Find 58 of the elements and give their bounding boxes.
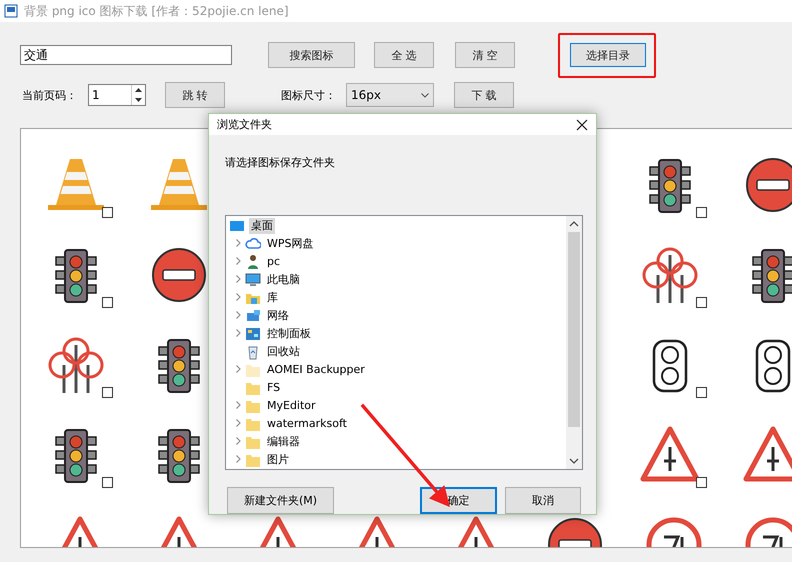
- tree-item[interactable]: WPS网盘: [265, 236, 316, 252]
- control-panel-icon: [245, 326, 261, 342]
- size-label: 图标尺寸：: [281, 88, 337, 102]
- search-field[interactable]: 交通: [20, 45, 232, 65]
- dialog-title: 浏览文件夹: [217, 117, 272, 132]
- folder-icon: [245, 416, 261, 432]
- checkbox[interactable]: [696, 207, 707, 218]
- chevron-down-icon: [421, 92, 429, 98]
- tree-item[interactable]: 控制面板: [265, 326, 313, 342]
- select-all-button[interactable]: 全 选: [374, 42, 434, 68]
- checkbox[interactable]: [102, 477, 113, 488]
- tree-item[interactable]: 库: [265, 290, 280, 306]
- no-turn-signs-icon: [640, 245, 700, 305]
- scrollbar-thumb[interactable]: [568, 232, 580, 427]
- cloud-icon: [245, 236, 261, 252]
- tree-item[interactable]: AOMEI Backupper: [265, 362, 367, 378]
- tree-item[interactable]: 此电脑: [265, 272, 302, 288]
- up-arrow-icon: [135, 88, 142, 92]
- search-button[interactable]: 搜索图标: [268, 42, 355, 68]
- download-button[interactable]: 下 载: [454, 82, 514, 108]
- jump-button[interactable]: 跳 转: [165, 82, 225, 108]
- folder-icon: [245, 452, 261, 468]
- page-spinner[interactable]: 1: [88, 84, 146, 106]
- tree-item[interactable]: 网络: [265, 308, 291, 324]
- tree-item[interactable]: MyEditor: [265, 398, 318, 414]
- app-icon: [4, 4, 18, 18]
- monitor-icon: [245, 272, 261, 288]
- folder-icon: [245, 380, 261, 396]
- desktop-icon: [229, 218, 245, 234]
- down-arrow-icon: [135, 98, 142, 102]
- checkbox[interactable]: [102, 207, 113, 218]
- no-turn-signs-icon: [46, 335, 106, 395]
- user-icon: [245, 254, 261, 270]
- tree-item[interactable]: pc: [265, 254, 282, 270]
- choose-directory-button[interactable]: 选择目录: [570, 43, 646, 67]
- dialog-prompt: 请选择图标保存文件夹: [225, 155, 336, 170]
- tree-item[interactable]: 图片: [265, 452, 291, 468]
- checkbox[interactable]: [696, 477, 707, 488]
- tree-item[interactable]: 桌面: [249, 218, 275, 234]
- checkbox[interactable]: [102, 297, 113, 308]
- window-title: 背景 png ico 图标下载 [作者：52pojie.cn lene]: [24, 2, 289, 20]
- cancel-button[interactable]: 取消: [505, 487, 581, 514]
- checkbox[interactable]: [696, 297, 707, 308]
- checkbox[interactable]: [696, 387, 707, 398]
- clear-button[interactable]: 清 空: [455, 42, 515, 68]
- tree-item[interactable]: 回收站: [265, 344, 302, 360]
- new-folder-button[interactable]: 新建文件夹(M): [227, 487, 334, 514]
- folder-icon: [245, 362, 261, 378]
- size-dropdown[interactable]: 16px: [346, 83, 434, 107]
- tree-item[interactable]: 编辑器: [265, 434, 302, 450]
- checkbox[interactable]: [102, 387, 113, 398]
- close-icon[interactable]: [576, 118, 588, 130]
- tree-item[interactable]: FS: [265, 380, 282, 396]
- page-label: 当前页码：: [22, 88, 78, 102]
- folder-icon: [245, 398, 261, 414]
- folder-icon: [245, 434, 261, 450]
- network-icon: [245, 308, 261, 324]
- tree-item[interactable]: watermarksoft: [265, 416, 349, 432]
